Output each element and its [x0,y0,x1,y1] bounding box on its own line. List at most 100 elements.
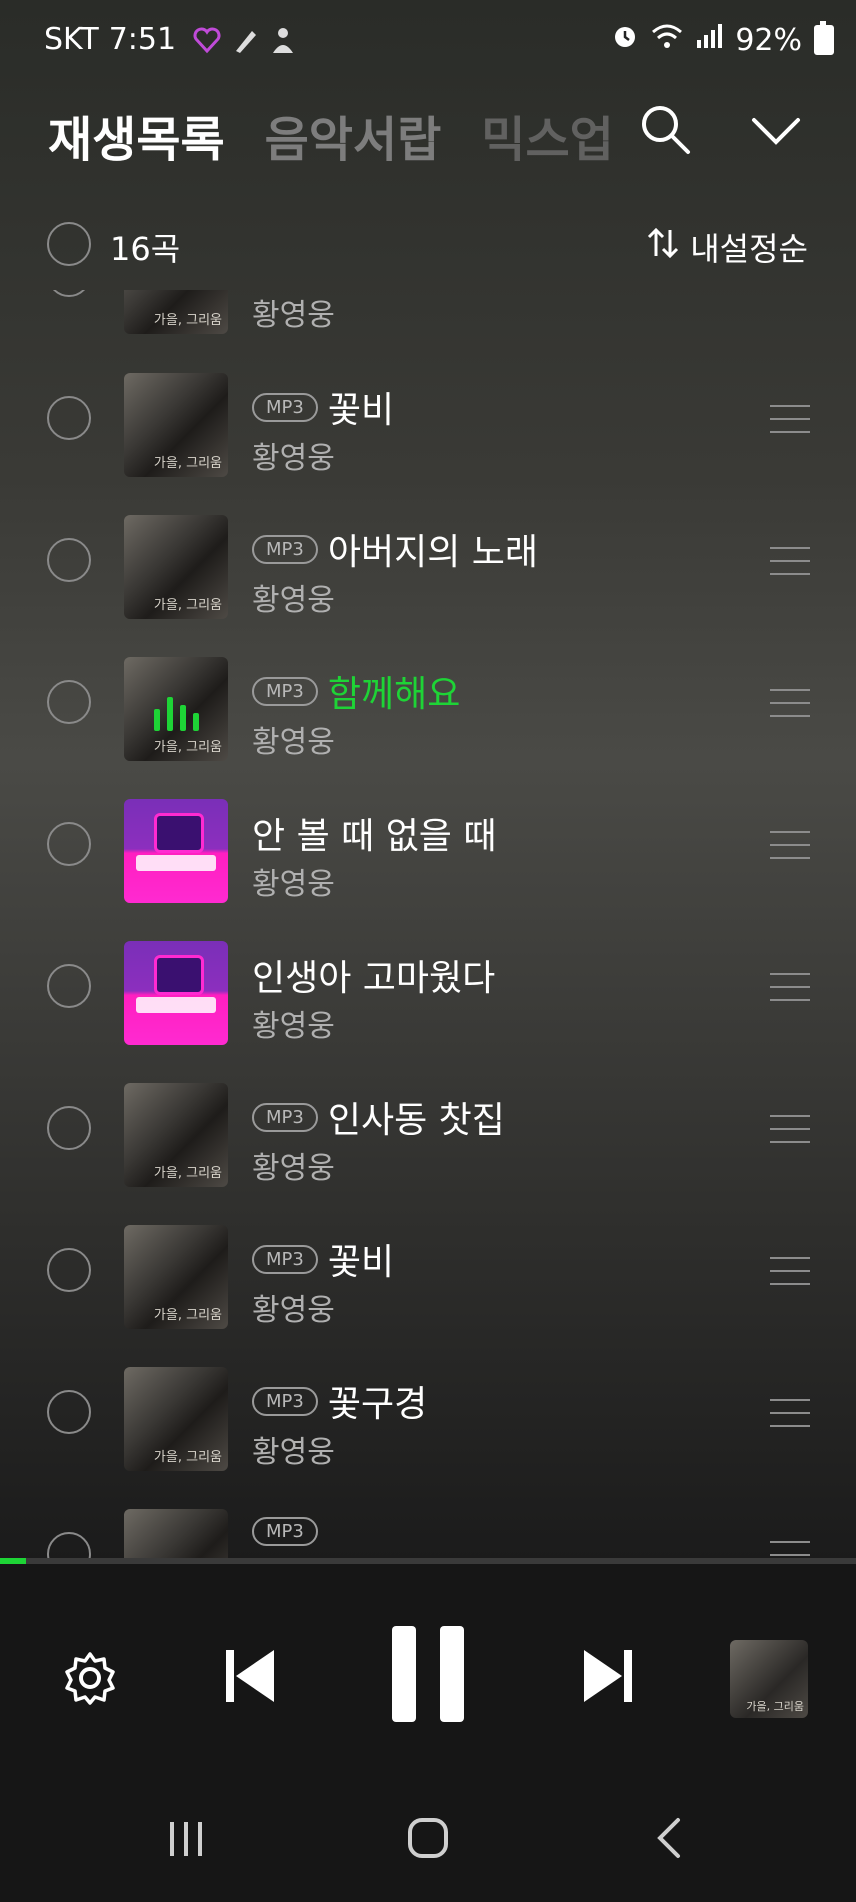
song-artist: 황영웅 [252,298,335,333]
song-checkbox[interactable] [47,680,91,724]
song-title: 인사동 찻집 [327,1100,505,1141]
album-art: 가을, 그리움 [124,657,228,761]
equalizer-icon [154,695,199,731]
pause-icon[interactable] [390,1624,466,1724]
album-art: 가을, 그리움 [124,1509,228,1558]
song-artist: 황영웅 [252,725,335,760]
album-logo [154,813,204,853]
chevron-down-icon[interactable] [746,100,806,160]
drag-handle-icon[interactable] [770,689,810,719]
mp3-badge: MP3 [252,1102,318,1132]
home-icon[interactable] [398,1808,458,1868]
song-title-line: MP3 아버지의 노래 [252,523,538,575]
album-caption: 가을, 그리움 [153,1308,222,1323]
select-all-checkbox[interactable] [47,222,91,266]
drag-handle-icon[interactable] [770,973,810,1003]
drag-handle-icon[interactable] [770,1115,810,1145]
status-bar: SKT 7:51 92% [0,0,856,80]
next-track-icon[interactable] [578,1644,638,1708]
song-row[interactable]: 가을, 그리움 MP3 아버지의 노래황영웅 [0,495,856,637]
back-icon[interactable] [640,1808,700,1868]
song-row[interactable]: 가을, 그리움 MP3 꽃비 황영웅 [0,1205,856,1347]
mp3-badge: MP3 [252,1244,318,1274]
song-checkbox[interactable] [47,290,91,297]
song-list: 가을, 그리움 황영웅 가을, 그리움 MP3 꽃비 황영웅 가을, 그리움 MP3 아버지의 … [0,290,856,1558]
status-right: 92% [611,21,834,58]
album-caption: 가을, 그리움 [746,1700,804,1713]
signal-icon [695,22,723,58]
song-artist: 황영웅 [252,1151,335,1186]
tab-playlist[interactable]: 재생목록 [48,100,225,170]
mp3-badge: MP3 [252,1386,318,1416]
album-caption: 가을, 그리움 [153,456,222,471]
song-artist: 황영웅 [252,583,335,618]
song-checkbox[interactable] [47,1390,91,1434]
song-row[interactable]: 안 볼 때 없을 때황영웅 [0,779,856,921]
song-title-line: MP3 함께해요 [252,665,460,717]
drag-handle-icon[interactable] [770,290,810,292]
drag-handle-icon[interactable] [770,547,810,577]
player-controls: 가을, 그리움 [0,1564,856,1784]
previous-track-icon[interactable] [220,1644,280,1708]
settings-icon[interactable] [62,1650,118,1706]
tab-library[interactable]: 음악서랍 [265,100,442,170]
song-count: 16곡 [110,230,181,268]
song-row[interactable]: 가을, 그리움 MP3 [0,1489,856,1558]
song-title-line: 안 볼 때 없을 때 [252,807,497,859]
song-title: 아버지의 노래 [327,532,539,573]
song-title-line: MP3 꽃비 [252,381,394,433]
tab-mixup[interactable]: 믹스업 [481,100,613,170]
album-caption: 가을, 그리움 [153,1166,222,1181]
song-artist: 황영웅 [252,441,335,476]
drag-handle-icon[interactable] [770,1541,810,1558]
top-tabs: 재생목록 음악서랍 믹스업 [48,100,614,170]
song-checkbox[interactable] [47,396,91,440]
album-logo [154,955,204,995]
alarm-icon [611,22,639,58]
wifi-icon [651,22,683,58]
battery-percent: 92% [735,22,802,58]
mp3-badge: MP3 [252,534,318,564]
song-title: 인생아 고마웠다 [252,958,496,999]
song-checkbox[interactable] [47,1532,91,1558]
song-row[interactable]: 인생아 고마웠다황영웅 [0,921,856,1063]
song-title-line: MP3 인사동 찻집 [252,1091,505,1143]
album-art: 가을, 그리움 [124,290,228,334]
song-title-line: 인생아 고마웠다 [252,949,495,1001]
song-title-line: MP3 꽃비 [252,1233,394,1285]
drag-handle-icon[interactable] [770,831,810,861]
drag-handle-icon[interactable] [770,1257,810,1287]
song-row[interactable]: 가을, 그리움 황영웅 [0,290,856,352]
drag-handle-icon[interactable] [770,405,810,435]
mp3-badge: MP3 [252,1517,318,1546]
song-row[interactable]: 가을, 그리움 MP3 인사동 찻집황영웅 [0,1063,856,1205]
song-checkbox[interactable] [47,538,91,582]
song-title-line: MP3 꽃구경 [252,1375,427,1427]
carrier-label: SKT [44,22,99,57]
song-row[interactable]: 가을, 그리움 MP3 꽃비황영웅 [0,353,856,495]
album-art: 가을, 그리움 [124,515,228,619]
album-art: 가을, 그리움 [124,1083,228,1187]
song-row[interactable]: 가을, 그리움 MP3 꽃구경 황영웅 [0,1347,856,1489]
person-icon [268,25,298,55]
album-art [124,799,228,903]
now-playing-album-art[interactable]: 가을, 그리움 [730,1640,808,1718]
album-caption: 가을, 그리움 [153,740,222,755]
song-title-line: MP3 [252,1517,328,1546]
drag-handle-icon[interactable] [770,1399,810,1429]
album-caption: 가을, 그리움 [153,313,222,328]
system-nav-bar [0,1784,856,1902]
song-title: 안 볼 때 없을 때 [252,816,497,857]
sort-label: 내설정순 [690,230,808,268]
album-caption: 가을, 그리움 [153,598,222,613]
song-checkbox[interactable] [47,822,91,866]
sort-button[interactable]: 내설정순 [646,224,808,270]
recents-icon[interactable] [156,1808,216,1868]
song-checkbox[interactable] [47,964,91,1008]
search-icon[interactable] [636,100,696,160]
song-row[interactable]: 가을, 그리움 MP3 함께해요황영웅 [0,637,856,779]
song-checkbox[interactable] [47,1248,91,1292]
song-checkbox[interactable] [47,1106,91,1150]
song-artist: 황영웅 [252,867,335,902]
song-artist: 황영웅 [252,1009,335,1044]
